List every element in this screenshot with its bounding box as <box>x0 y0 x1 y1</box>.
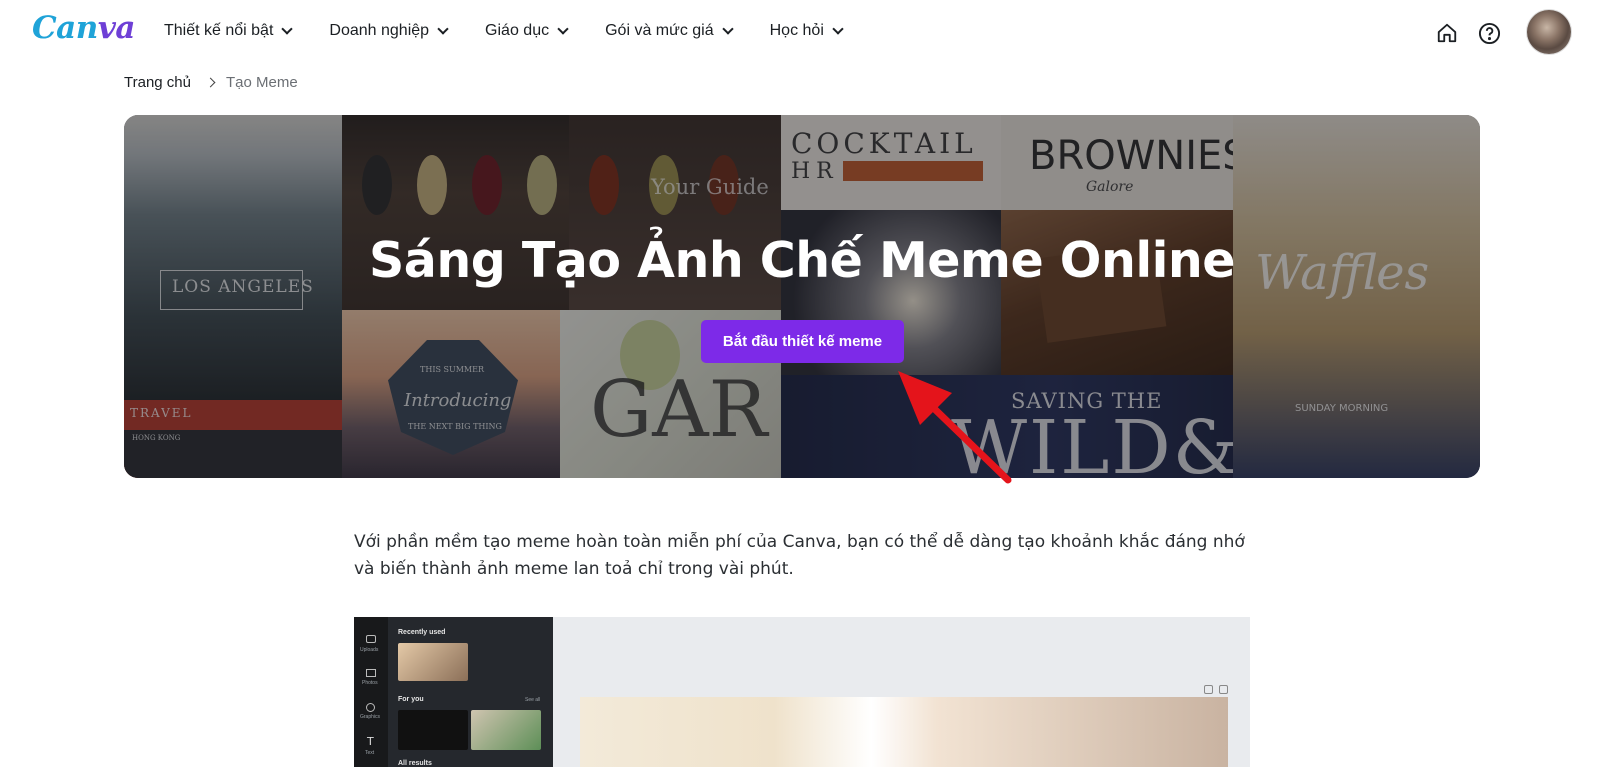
logo-part-2: va <box>97 10 136 46</box>
menu-label: Giáo dục <box>485 22 550 39</box>
recently-used-label: Recently used <box>398 629 446 636</box>
rail-label: Uploads <box>360 647 379 653</box>
hero-overlay <box>124 115 1480 478</box>
meme-thumb <box>471 710 541 750</box>
menu-label: Gói và mức giá <box>605 22 714 39</box>
expand-icon <box>1219 685 1228 694</box>
home-icon[interactable] <box>1434 20 1460 46</box>
editor-side-rail: Uploads Photos Graphics T Text <box>354 617 388 767</box>
chevron-down-icon <box>721 22 734 35</box>
start-design-meme-button[interactable]: Bắt đầu thiết kế meme <box>701 320 904 363</box>
editor-canvas <box>580 697 1228 767</box>
hero-title: Sáng Tạo Ảnh Chế Meme Online <box>368 232 1236 289</box>
see-all-link: See all <box>525 697 541 703</box>
canva-logo[interactable]: Canva <box>32 10 135 46</box>
chevron-down-icon <box>832 22 844 35</box>
menu-label: Doanh nghiệp <box>329 22 430 39</box>
copy-icon <box>1204 685 1213 694</box>
hero-banner: LOS ANGELES TRAVEL HONG KONG Your Guide … <box>124 115 1480 478</box>
chevron-down-icon <box>437 22 449 35</box>
editor-elements-panel: Recently used For you See all All result… <box>388 617 553 767</box>
menu-item-pricing[interactable]: Gói và mức giá <box>605 22 734 40</box>
menu-label: Học hỏi <box>769 22 824 39</box>
intro-paragraph: Với phần mềm tạo meme hoàn toàn miễn phí… <box>354 532 1245 579</box>
menu-item-featured-designs[interactable]: Thiết kế nổi bật <box>164 22 294 40</box>
breadcrumb-current: Tạo Meme <box>225 74 298 91</box>
rail-label: Text <box>365 750 375 756</box>
meme-thumb <box>398 710 468 750</box>
menu-item-education[interactable]: Giáo dục <box>485 22 569 40</box>
chevron-down-icon <box>281 22 294 35</box>
logo-part-1: Can <box>32 10 98 46</box>
breadcrumb-home-link[interactable]: Trang chủ <box>124 74 191 91</box>
for-you-label: For you <box>398 696 424 703</box>
menu-item-learn[interactable]: Học hỏi <box>769 22 844 40</box>
help-icon[interactable] <box>1476 20 1502 46</box>
user-avatar[interactable] <box>1527 10 1571 54</box>
rail-label: Graphics <box>360 714 381 720</box>
chevron-down-icon <box>557 22 569 35</box>
recent-thumb <box>398 643 468 681</box>
menu-item-business[interactable]: Doanh nghiệp <box>329 22 449 40</box>
main-menu: Thiết kế nổi bật Doanh nghiệp Giáo dục G… <box>164 22 880 40</box>
all-results-label: All results <box>398 760 432 767</box>
chevron-right-icon <box>205 77 216 88</box>
menu-label: Thiết kế nổi bật <box>164 22 274 39</box>
rail-label: Photos <box>362 680 378 686</box>
editor-preview-image: Uploads Photos Graphics T Text Recently … <box>354 617 1250 767</box>
breadcrumb: Trang chủ Tạo Meme <box>124 74 298 91</box>
top-navigation: Canva Thiết kế nổi bật Doanh nghiệp Giáo… <box>0 0 1600 66</box>
